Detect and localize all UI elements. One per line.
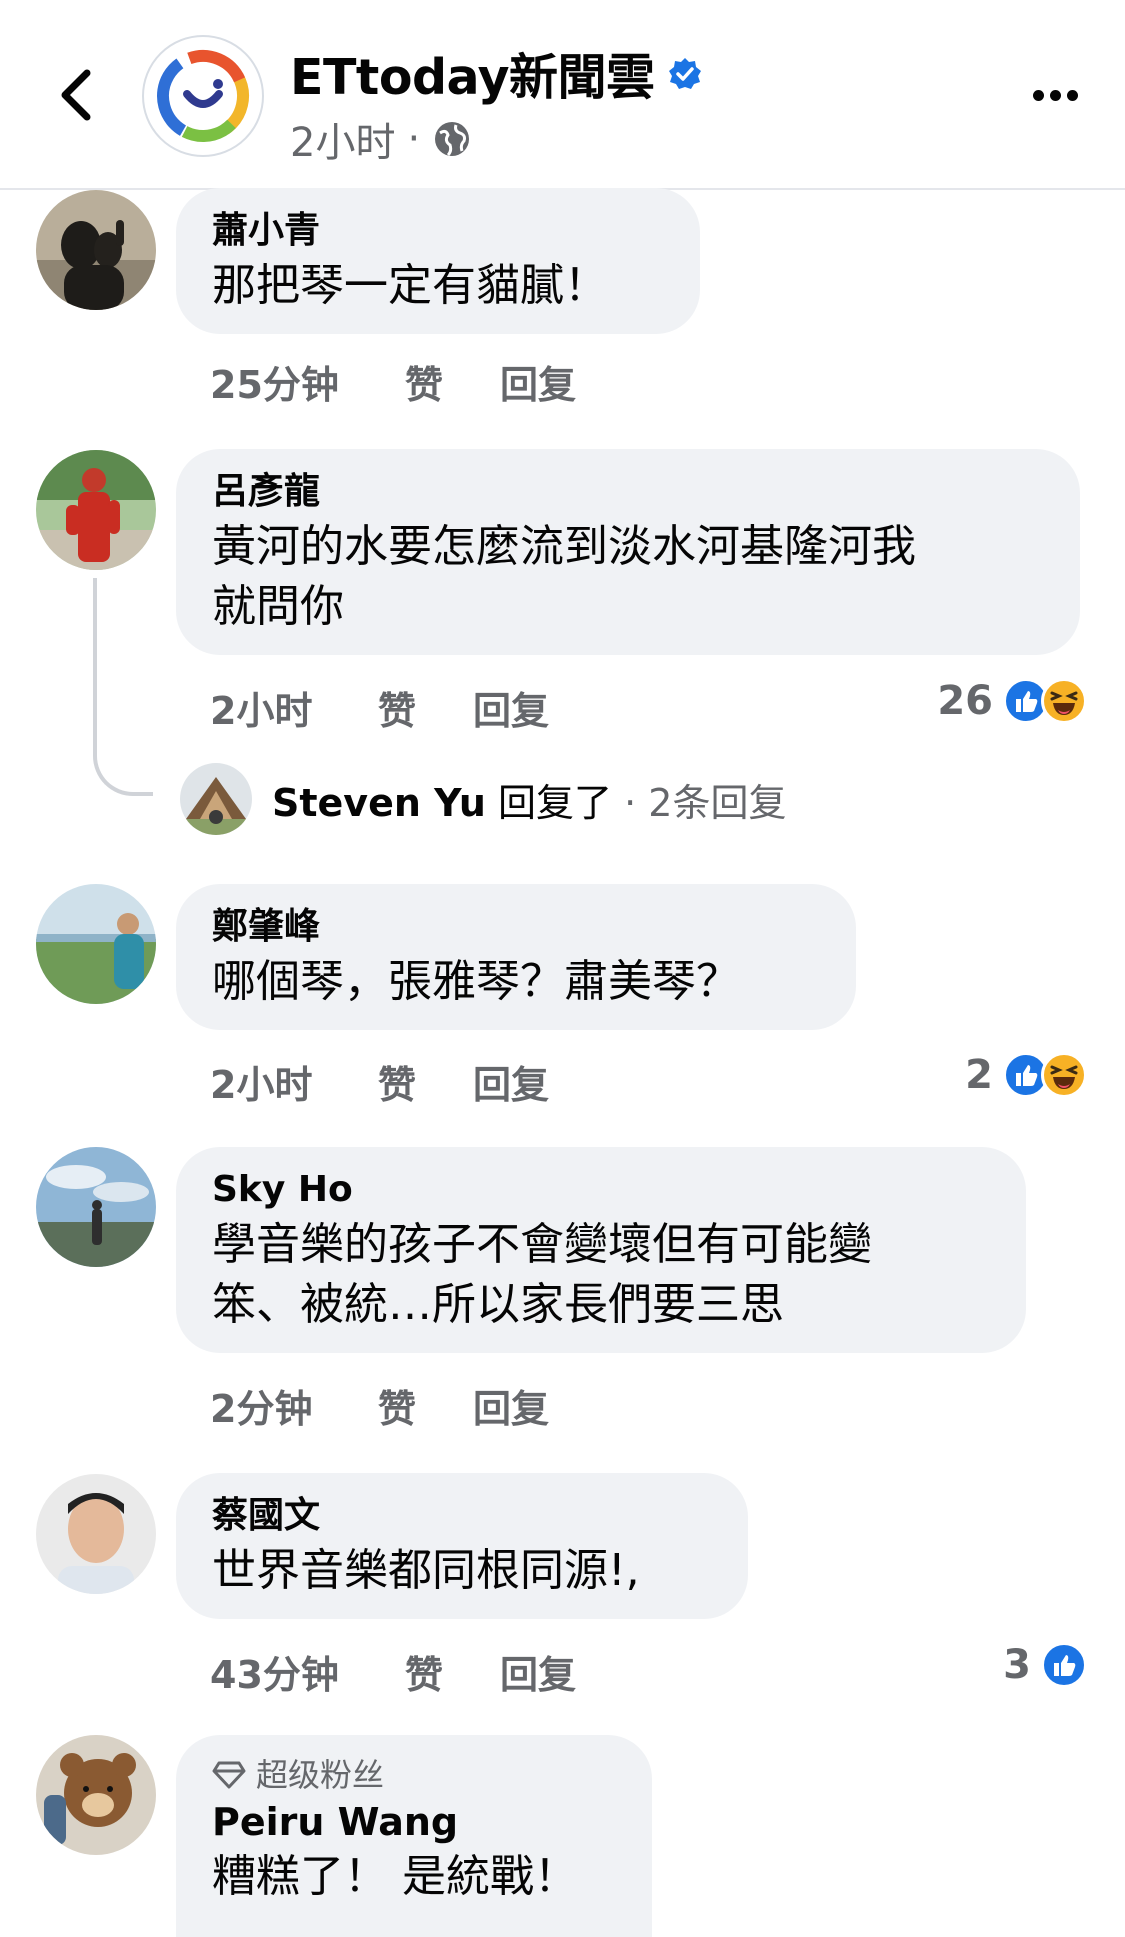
reaction-count: 26: [937, 678, 993, 724]
reply-button[interactable]: 回复: [473, 1054, 549, 1109]
like-button[interactable]: 赞: [405, 1644, 500, 1699]
haha-reaction-icon: [1041, 1052, 1087, 1098]
globe-icon: [435, 122, 470, 157]
comment-time: 43分钟: [210, 1653, 339, 1697]
comment-text-line: 笨、被統…所以家長們要三思: [212, 1279, 784, 1330]
reply-button[interactable]: 回复: [500, 354, 576, 409]
comment-author[interactable]: 蔡國文: [212, 1491, 712, 1541]
badge-label: 超级粉丝: [256, 1756, 385, 1794]
reply-count: · 2条回复: [624, 780, 787, 825]
post-header: ETtoday新聞雲 2小时 ·: [0, 0, 1125, 190]
like-button[interactable]: 赞: [378, 680, 473, 735]
comment-author[interactable]: Peiru Wang: [212, 1797, 616, 1847]
comment-bubble[interactable]: 超级粉丝 Peiru Wang 糟糕了！ 是統戰！: [176, 1735, 652, 1937]
dot-icon: [1049, 89, 1061, 101]
comment-time: 2小时: [210, 689, 313, 733]
top-fan-badge: 超级粉丝: [212, 1753, 616, 1797]
haha-reaction-icon: [1041, 678, 1087, 724]
comment-text-line: 黃河的水要怎麼流到淡水河基隆河我: [212, 521, 916, 572]
avatar[interactable]: [36, 884, 156, 1004]
reply-author[interactable]: Steven Yu: [272, 781, 486, 825]
avatar[interactable]: [36, 190, 156, 310]
avatar[interactable]: [36, 1735, 156, 1855]
comment-author[interactable]: Sky Ho: [212, 1165, 990, 1215]
post-time: 2小时: [290, 120, 396, 166]
comment-text: 哪個琴，張雅琴？肅美琴？: [212, 956, 740, 1007]
reply-button[interactable]: 回复: [500, 1644, 576, 1699]
comment-author[interactable]: 鄭肇峰: [212, 902, 820, 952]
comment-bubble[interactable]: 呂彥龍 黃河的水要怎麼流到淡水河基隆河我 就問你: [176, 449, 1080, 655]
avatar[interactable]: [180, 763, 252, 835]
reaction-summary[interactable]: 3: [1003, 1642, 1087, 1688]
avatar[interactable]: [36, 1474, 156, 1594]
avatar[interactable]: [36, 450, 156, 570]
comment-bubble[interactable]: 蔡國文 世界音樂都同根同源!,: [176, 1473, 748, 1619]
page-avatar[interactable]: [142, 35, 264, 157]
reaction-summary[interactable]: 2: [965, 1052, 1087, 1098]
like-button[interactable]: 赞: [378, 1054, 473, 1109]
meta-separator: ·: [407, 116, 421, 162]
avatar[interactable]: [36, 1147, 156, 1267]
like-button[interactable]: 赞: [378, 1378, 473, 1433]
comment-bubble[interactable]: 鄭肇峰 哪個琴，張雅琴？肅美琴？: [176, 884, 856, 1030]
comment-time: 25分钟: [210, 363, 339, 407]
chevron-left-icon: [61, 69, 91, 121]
reply-action: 回复了: [498, 780, 613, 825]
comment-text: 糟糕了！ 是統戰！: [212, 1851, 578, 1902]
comment-text: 那把琴一定有貓膩！: [212, 260, 608, 311]
page-title[interactable]: ETtoday新聞雲: [290, 38, 655, 109]
comment-text: 世界音樂都同根同源!,: [212, 1545, 640, 1596]
comment-author[interactable]: 呂彥龍: [212, 467, 1044, 517]
reply-summary[interactable]: Steven Yu 回复了 · 2条回复: [180, 763, 786, 835]
comment-text-line: 就問你: [212, 581, 344, 632]
reaction-summary[interactable]: 26: [937, 678, 1087, 724]
back-button[interactable]: [40, 55, 110, 135]
comment-time: 2小时: [210, 1063, 313, 1107]
dot-icon: [1032, 89, 1044, 101]
comment-bubble[interactable]: Sky Ho 學音樂的孩子不會變壞但有可能變 笨、被統…所以家長們要三思: [176, 1147, 1026, 1353]
comment-bubble[interactable]: 蕭小青 那把琴一定有貓膩！: [176, 188, 700, 334]
reply-thread-line: [93, 578, 153, 796]
dot-icon: [1066, 89, 1078, 101]
like-button[interactable]: 赞: [405, 354, 500, 409]
comment-text-line: 學音樂的孩子不會變壞但有可能變: [212, 1219, 872, 1270]
like-reaction-icon: [1041, 1642, 1087, 1688]
reply-button[interactable]: 回复: [473, 680, 549, 735]
verified-badge-icon: [668, 57, 701, 89]
reaction-count: 2: [965, 1052, 993, 1098]
ettoday-logo-icon: [157, 49, 249, 142]
diamond-icon: [212, 1761, 246, 1789]
reaction-count: 3: [1003, 1642, 1031, 1688]
more-options-button[interactable]: [1020, 70, 1090, 120]
comment-time: 2分钟: [210, 1387, 313, 1431]
comment-author[interactable]: 蕭小青: [212, 206, 664, 256]
reply-button[interactable]: 回复: [473, 1378, 549, 1433]
